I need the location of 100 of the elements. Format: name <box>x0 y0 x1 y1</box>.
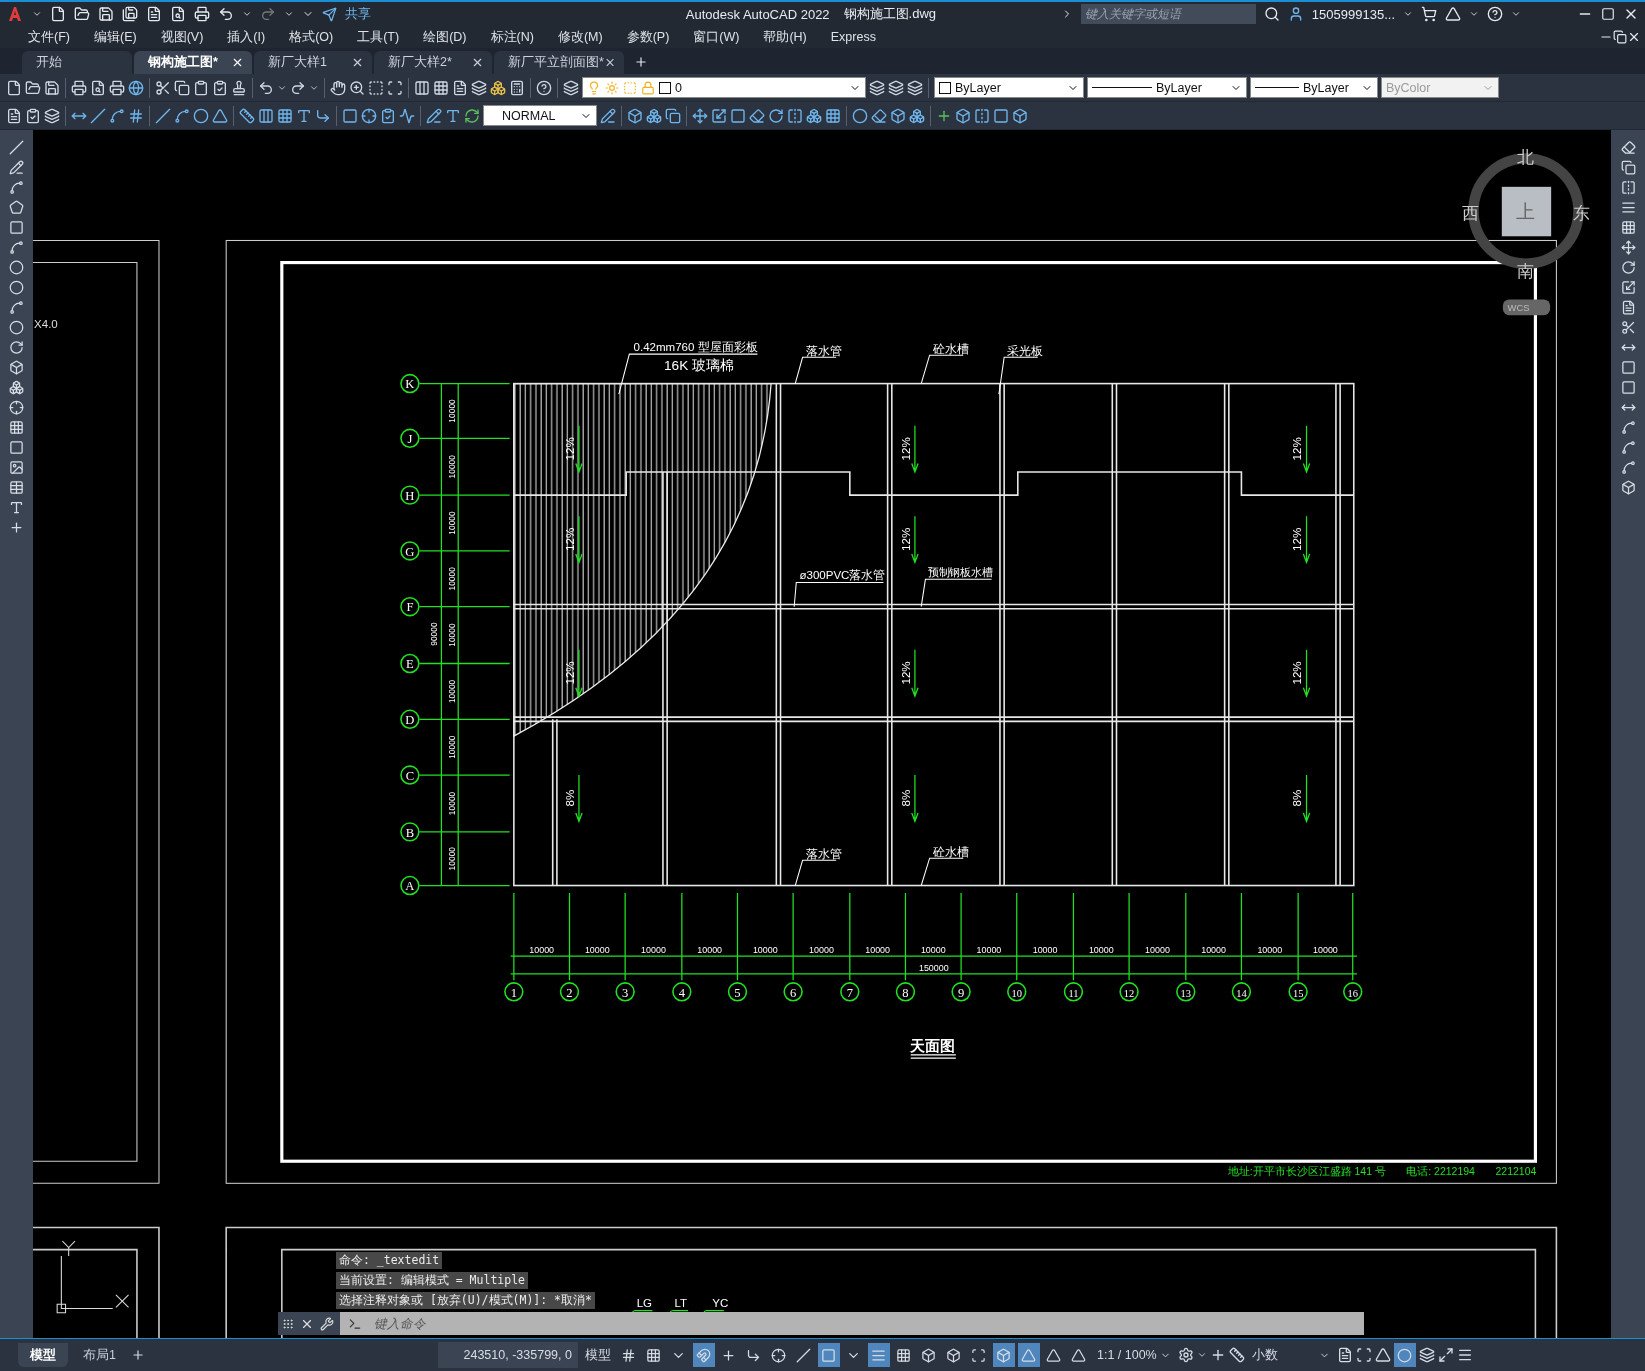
dimension-text: 10000 <box>447 567 458 591</box>
slope-label: 8% <box>899 789 912 807</box>
axis-label: 4 <box>678 985 685 1000</box>
axis-label: 1 <box>510 985 517 1000</box>
slope-label: 8% <box>563 789 576 807</box>
dimension-text: 150000 <box>918 962 949 973</box>
axis-label: 3 <box>622 985 629 1000</box>
command-input[interactable]: 键入命令 <box>340 1312 1364 1335</box>
slope-label: 12% <box>1291 527 1304 551</box>
lineweight-dropdown[interactable]: ByLayer <box>1250 77 1378 98</box>
annotation-text: 预制钢板水槽 <box>927 566 994 579</box>
annotation-text: YC <box>712 1297 729 1310</box>
annotation-text: 落水管 <box>805 848 842 861</box>
axis-label: K <box>405 377 415 392</box>
menu-item[interactable]: 编辑(E) <box>81 28 149 46</box>
coordinates-display: 243510, -335799, 0 <box>437 1342 578 1368</box>
dimension-text: 10000 <box>641 944 666 955</box>
axis-label: E <box>406 657 414 672</box>
layout-tab[interactable]: 模型 <box>18 1343 68 1367</box>
axis-label: 6 <box>790 985 797 1000</box>
menu-item[interactable]: 插入(I) <box>215 28 278 46</box>
annotation-text: 落水管 <box>805 345 842 358</box>
dimension-text: 10000 <box>920 944 946 955</box>
file-tab[interactable]: 新厂大样1 <box>254 51 372 74</box>
axis-label: H <box>405 488 415 503</box>
slope-label: 12% <box>899 527 912 551</box>
dimension-text: 10000 <box>447 623 458 647</box>
axis-label: 5 <box>734 985 741 1000</box>
slope-label: 12% <box>899 437 912 461</box>
annotation-text: 0.42mm760 型屋面彩板 <box>633 340 758 353</box>
annotation-text: LG <box>636 1297 653 1310</box>
menu-item[interactable]: 帮助(H) <box>751 28 819 46</box>
axis-label: 16 <box>1347 987 1358 999</box>
dimension-text: 10000 <box>447 511 458 535</box>
dimension-style-dropdown[interactable]: NORMAL <box>483 105 597 126</box>
file-tab[interactable]: 开始 <box>22 51 132 74</box>
footer-text: 地址:开平市长沙区江盛路 141 号 <box>1227 1164 1386 1177</box>
axis-label: 10 <box>1011 987 1022 999</box>
dimension-text: 10000 <box>809 944 834 955</box>
dimension-text: 10000 <box>447 791 458 816</box>
menu-item[interactable]: 标注(N) <box>478 28 546 46</box>
axis-label: 8 <box>902 985 909 1000</box>
axis-label: G <box>405 544 415 559</box>
annotation-text: ø300PVC落水管 <box>799 569 886 582</box>
model-space-button[interactable]: 模型 <box>580 1343 615 1367</box>
slope-label: 8% <box>1291 789 1304 807</box>
compass-label: 西 <box>1461 204 1479 224</box>
viewcube-face-label: 上 <box>1516 201 1536 223</box>
file-tab[interactable]: 新厂平立剖面图* <box>494 51 624 74</box>
dimension-text: 10000 <box>752 944 778 955</box>
slope-label: 12% <box>563 527 576 551</box>
menu-item[interactable]: 参数(P) <box>614 28 682 46</box>
axis-label: 15 <box>1292 987 1304 999</box>
menu-item[interactable]: Express <box>818 30 888 44</box>
units-dropdown[interactable]: 小数 <box>1247 1343 1334 1367</box>
footer-text: 2212104 <box>1495 1164 1537 1177</box>
dimension-text: 90000 <box>429 622 440 646</box>
menu-item[interactable]: 视图(V) <box>148 28 216 46</box>
annotation-text: 砼水槽 <box>932 846 969 859</box>
compass-label: 北 <box>1517 147 1535 167</box>
axis-label: 14 <box>1236 987 1247 999</box>
dimension-text: 10000 <box>447 847 458 871</box>
slope-label: 12% <box>563 661 576 685</box>
annotation-text: 砼水槽 <box>932 343 969 356</box>
linetype-dropdown[interactable]: ByLayer <box>1087 77 1247 98</box>
color-dropdown[interactable]: ByLayer <box>934 77 1084 98</box>
share-link[interactable]: 共享 <box>345 5 371 23</box>
axis-label: 12 <box>1123 987 1135 999</box>
axis-label: B <box>405 825 415 840</box>
annotation-text: 16K 玻璃棉 <box>664 357 734 373</box>
slope-label: 12% <box>1291 661 1304 685</box>
menu-item[interactable]: 窗口(W) <box>681 28 752 46</box>
annotation-text: LT <box>674 1297 688 1310</box>
ucs-label: WCS <box>1507 302 1530 313</box>
axis-label: 9 <box>957 985 965 1000</box>
user-name[interactable]: 1505999135... <box>1311 6 1395 22</box>
file-tab[interactable]: 新厂大样2* <box>374 51 492 74</box>
annotation-scale-dropdown[interactable]: 1:1 / 100% <box>1092 1343 1175 1367</box>
menu-item[interactable]: 绘图(D) <box>411 28 479 46</box>
search-field[interactable]: 键入关键字或短语 <box>1080 4 1256 24</box>
annotation-text: 采光板 <box>1007 345 1044 358</box>
axis-label: 13 <box>1180 987 1192 999</box>
dimension-text: 10000 <box>447 735 458 759</box>
menu-item[interactable]: 格式(O) <box>277 28 346 46</box>
footer-text: 电话: 2212194 <box>1406 1164 1475 1177</box>
axis-label: A <box>405 879 415 894</box>
drawing-title: 天面图 <box>910 1037 956 1054</box>
menu-item[interactable]: 文件(F) <box>16 28 82 46</box>
slope-label: 12% <box>563 437 576 461</box>
window-title: Autodesk AutoCAD 2022 <box>685 6 830 22</box>
menu-item[interactable]: 工具(T) <box>345 28 412 46</box>
layer-dropdown[interactable]: 0 <box>582 77 866 98</box>
file-tab[interactable]: 钢构施工图* <box>134 51 252 74</box>
menu-item[interactable]: 修改(M) <box>545 28 615 46</box>
compass-label: 东 <box>1573 204 1591 224</box>
dimension-text: 10000 <box>976 944 1002 955</box>
slope-label: 12% <box>899 661 912 685</box>
axis-label: 11 <box>1068 987 1079 999</box>
dimension-text: 10000 <box>1257 944 1283 955</box>
dimension-text: 10000 <box>529 944 555 955</box>
